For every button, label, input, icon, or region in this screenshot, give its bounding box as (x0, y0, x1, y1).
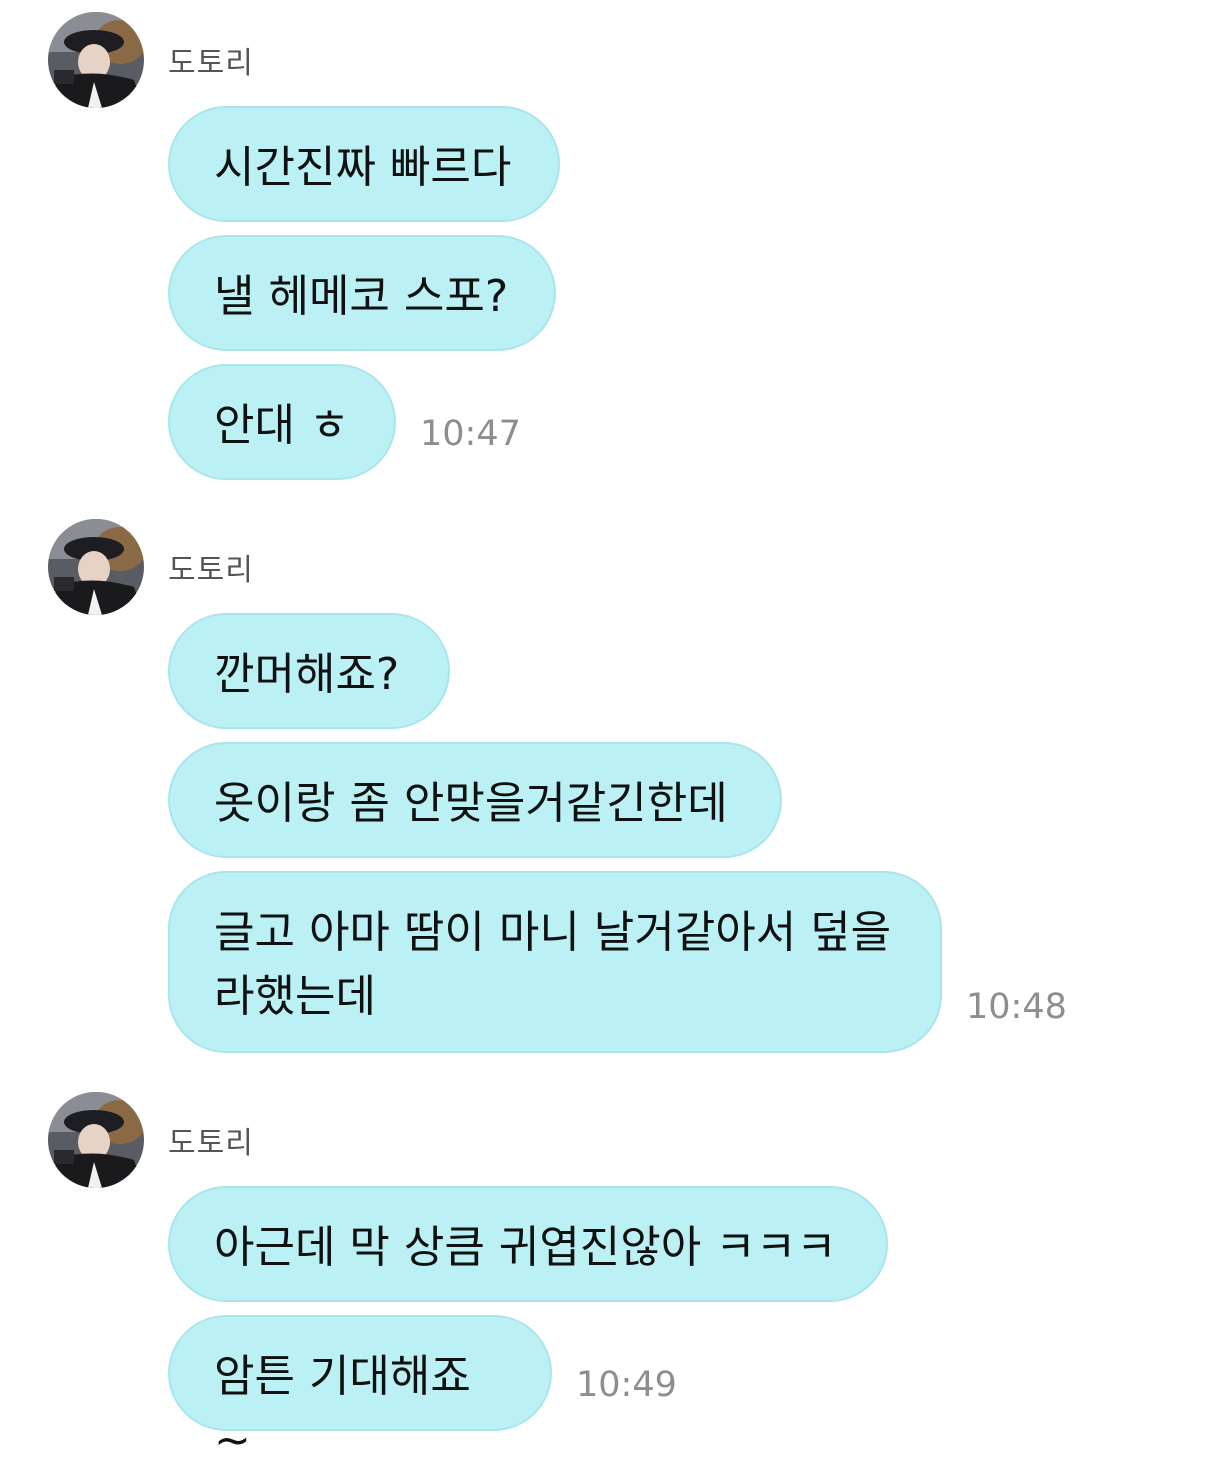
message-row: 아근데 막 상큼 귀엽진않아 ㅋㅋㅋ (168, 1186, 888, 1302)
message-bubble[interactable]: 글고 아마 땀이 마니 날거같아서 덮을 라했는데 (168, 871, 942, 1053)
message-bubble[interactable]: 옷이랑 좀 안맞을거같긴한데 (168, 742, 782, 858)
message-row: 시간진짜 빠르다 (168, 106, 560, 222)
message-row: 암튼 기대해죠~ 10:49 (168, 1315, 677, 1466)
message-row: 깐머해죠? (168, 613, 450, 729)
message-bubble[interactable]: 안대 ㅎ (168, 364, 396, 480)
avatar[interactable] (48, 519, 144, 615)
message-bubble[interactable]: 깐머해죠? (168, 613, 450, 729)
message-row: 글고 아마 땀이 마니 날거같아서 덮을 라했는데 10:48 (168, 871, 1067, 1053)
message-group-2: 도토리 깐머해죠? 옷이랑 좀 안맞을거같긴한데 글고 아마 땀이 마니 날거같… (0, 507, 1206, 1067)
sender-name: 도토리 (168, 1126, 254, 1161)
message-bubble[interactable]: 아근데 막 상큼 귀엽진않아 ㅋㅋㅋ (168, 1186, 888, 1302)
message-timestamp: 10:48 (966, 987, 1067, 1027)
message-row: 안대 ㅎ 10:47 (168, 364, 521, 480)
message-bubble[interactable]: 낼 헤메코 스포? (168, 235, 556, 351)
sender-name: 도토리 (168, 553, 254, 588)
message-timestamp: 10:49 (576, 1365, 677, 1405)
message-bubble[interactable]: 암튼 기대해죠~ (168, 1315, 552, 1466)
message-group-3: 도토리 아근데 막 상큼 귀엽진않아 ㅋㅋㅋ 암튼 기대해죠~ 10:49 (0, 1080, 1206, 1466)
message-row: 낼 헤메코 스포? (168, 235, 556, 351)
sender-name: 도토리 (168, 46, 254, 81)
avatar[interactable] (48, 1092, 144, 1188)
message-bubble[interactable]: 시간진짜 빠르다 (168, 106, 560, 222)
message-group-1: 도토리 시간진짜 빠르다 낼 헤메코 스포? 안대 ㅎ 10:47 (0, 0, 1206, 490)
message-timestamp: 10:47 (420, 414, 521, 454)
avatar[interactable] (48, 12, 144, 108)
message-row: 옷이랑 좀 안맞을거같긴한데 (168, 742, 782, 858)
